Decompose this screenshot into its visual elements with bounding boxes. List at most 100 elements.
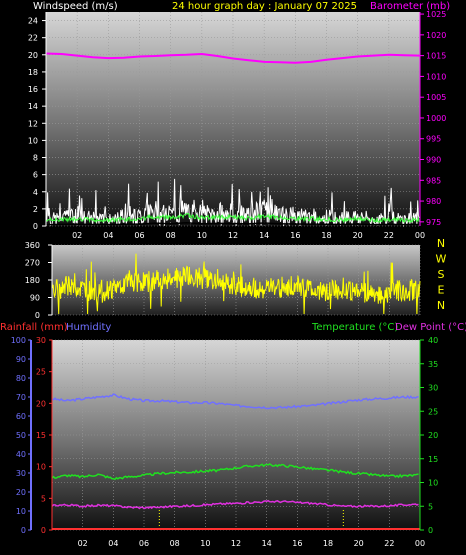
- time-axis-bottom: 02 04 06 08 10 12 14 16 18 20 22 00: [78, 539, 426, 548]
- tick-label: 16: [28, 85, 38, 94]
- tick-label: 04: [108, 539, 118, 548]
- tick-label: 6: [33, 171, 38, 180]
- tick-label: 5: [41, 494, 46, 503]
- tick-label: 1005: [426, 93, 446, 102]
- tick-label: 995: [426, 135, 441, 144]
- tick-label: 22: [28, 34, 38, 43]
- tick-label: 60: [16, 412, 26, 421]
- tick-label: 5: [428, 502, 433, 511]
- tick-label: 0: [33, 222, 38, 231]
- tick-label: 00: [415, 539, 425, 548]
- tick-label: 12: [28, 119, 38, 128]
- rainfall-axis: 0 5 10 15 20 25 30: [36, 336, 53, 535]
- tick-label: 30: [428, 384, 438, 393]
- tick-label: 14: [28, 102, 38, 111]
- tick-label: 80: [16, 374, 26, 383]
- tick-label: 14: [259, 231, 269, 240]
- direction-axis: 0 90 180 270 360: [25, 241, 53, 320]
- dewpoint-axis-title: Dew Point (°C): [395, 322, 466, 333]
- tick-label: 980: [426, 197, 441, 206]
- tick-label: 90: [16, 355, 26, 364]
- graph-title: 24 hour graph day : January 07 2025: [172, 1, 357, 12]
- tick-label: 985: [426, 176, 441, 185]
- tick-label: 10: [36, 463, 46, 472]
- tick-label: 100: [11, 336, 26, 345]
- compass-label: E: [438, 284, 445, 297]
- tick-label: 0: [428, 526, 433, 535]
- tick-label: 12: [228, 231, 238, 240]
- tick-label: 35: [428, 360, 438, 369]
- temperature-axis-title: Temperature (°C): [311, 322, 398, 333]
- tick-label: 20: [36, 399, 46, 408]
- tick-label: 0: [41, 526, 46, 535]
- tick-label: 08: [170, 539, 180, 548]
- tick-label: 02: [72, 231, 82, 240]
- tick-label: 30: [36, 336, 46, 345]
- tick-label: 0: [21, 526, 26, 535]
- tick-label: 1000: [426, 114, 446, 123]
- time-axis-top: 02 04 06 08 10 12 14 16 18 20 22 00: [72, 231, 425, 240]
- tick-label: 270: [25, 259, 40, 268]
- tick-label: 18: [323, 539, 333, 548]
- tick-label: 12: [231, 539, 241, 548]
- tick-label: 10: [428, 479, 438, 488]
- tick-label: 14: [262, 539, 272, 548]
- windspeed-axis: 024681012141618202224: [28, 12, 47, 231]
- tick-label: 15: [428, 455, 438, 464]
- tick-label: 20: [353, 231, 363, 240]
- tick-label: 10: [16, 507, 26, 516]
- tick-label: 0: [35, 311, 40, 320]
- tick-label: 1010: [426, 72, 446, 81]
- tick-label: 22: [384, 231, 394, 240]
- compass-label: S: [438, 268, 445, 281]
- tick-label: 25: [36, 368, 46, 377]
- compass-labels: NWSEN: [436, 237, 447, 312]
- tick-label: 10: [200, 539, 210, 548]
- tick-label: 10: [197, 231, 207, 240]
- tick-label: 4: [33, 188, 38, 197]
- compass-label: W: [436, 253, 447, 266]
- weather-graph: Windspeed (m/s) 24 hour graph day : Janu…: [0, 1, 466, 548]
- tick-label: 990: [426, 156, 441, 165]
- tick-label: 08: [166, 231, 176, 240]
- tick-label: 06: [134, 231, 144, 240]
- compass-label: N: [437, 237, 445, 250]
- temperature-axis: 0 5 10 15 20 25 30 35 40: [419, 336, 438, 535]
- tick-label: 15: [36, 431, 46, 440]
- tick-label: 16: [292, 539, 302, 548]
- humidity-axis: 0 10 20 30 40 50 60 70 80 90 100: [11, 336, 32, 535]
- tick-label: 20: [28, 51, 38, 60]
- tick-label: 70: [16, 393, 26, 402]
- tick-label: 90: [30, 294, 40, 303]
- tick-label: 25: [428, 407, 438, 416]
- tick-label: 975: [426, 218, 441, 227]
- tick-label: 20: [428, 431, 438, 440]
- tick-label: 40: [428, 336, 438, 345]
- tick-label: 20: [354, 539, 364, 548]
- barometer-axis: 975 980 985 990 995 1000 1005 1010 1015 1020 1025: [419, 10, 446, 227]
- compass-label: N: [437, 299, 445, 312]
- windspeed-axis-title: Windspeed (m/s): [33, 1, 118, 12]
- tick-label: 22: [384, 539, 394, 548]
- tick-label: 40: [16, 450, 26, 459]
- tick-label: 2: [33, 205, 38, 214]
- tick-label: 16: [290, 231, 300, 240]
- tick-label: 10: [28, 136, 38, 145]
- tick-label: 8: [33, 154, 38, 163]
- humidity-axis-title: Humidity: [66, 322, 111, 333]
- tick-label: 18: [28, 68, 38, 77]
- tick-label: 50: [16, 431, 26, 440]
- tick-label: 24: [28, 17, 38, 26]
- tick-label: 06: [139, 539, 149, 548]
- tick-label: 1025: [426, 10, 446, 19]
- tick-label: 20: [16, 488, 26, 497]
- wind-baro-plot-area: [46, 12, 420, 226]
- tick-label: 00: [415, 231, 425, 240]
- tick-label: 1015: [426, 52, 446, 61]
- tick-label: 360: [25, 241, 40, 250]
- tick-label: 02: [78, 539, 88, 548]
- rainfall-axis-title: Rainfall (mm): [0, 322, 68, 333]
- tick-label: 30: [16, 469, 26, 478]
- tick-label: 1020: [426, 31, 446, 40]
- tick-label: 04: [103, 231, 113, 240]
